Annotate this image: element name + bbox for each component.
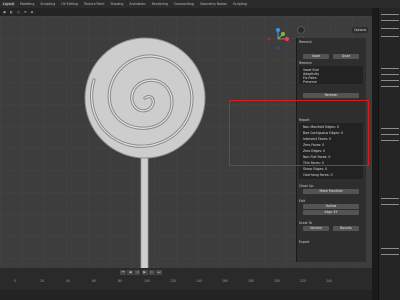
select-icon[interactable]: ◫ [17,10,20,14]
frame-tick: 60 [92,279,97,283]
voxel-mode-button[interactable]: Voxel [303,54,329,59]
next-keyframe-icon[interactable]: ▷ [148,270,155,275]
remesh-panel-title[interactable]: Remesh [299,40,312,44]
align-xy-button[interactable]: Align XY [303,210,359,215]
frame-tick: 240 [326,279,333,283]
frame-tick: 140 [196,279,203,283]
property-row[interactable] [381,80,399,82]
tab-texture-paint[interactable]: Texture Paint [83,2,106,6]
tab-rendering[interactable]: Rendering [151,2,169,6]
preserve-toggle[interactable]: Preserve [303,80,317,84]
gizmo-z-axis-handle [275,27,281,33]
view-icon[interactable]: ◧ [10,10,13,14]
outliner-row[interactable] [381,14,399,16]
voxel-settings-box: Voxel Size Adaptivity Fix Poles Preserve [299,66,363,84]
gizmo-y-axis-handle [280,31,286,37]
property-row[interactable] [381,86,399,88]
tab-compositing[interactable]: Compositing [173,2,195,6]
report-item[interactable]: Sharp Edges: 0 [303,167,327,171]
property-row[interactable] [381,68,399,70]
property-row[interactable] [381,204,399,206]
edit-section-title[interactable]: Edit [299,199,305,203]
object-icon[interactable]: ◆ [31,10,33,14]
gizmo-neg-z-handle [276,46,280,50]
jump-start-icon[interactable]: ⏮ [120,270,126,275]
outliner-row[interactable] [381,20,399,22]
property-row[interactable] [381,254,399,256]
property-row[interactable] [381,248,399,250]
outliner-row[interactable] [381,28,399,30]
status-bar [0,290,400,300]
lollipop-stick [140,150,149,274]
tab-animation[interactable]: Animation [128,2,146,6]
property-row[interactable] [381,134,399,136]
editor-type-icon[interactable]: ▣ [3,10,6,14]
clean-up-section-title[interactable]: Clean Up [299,184,313,188]
jump-end-icon[interactable]: ⏭ [155,270,162,275]
tab-shading[interactable]: Shading [109,2,124,6]
report-highlight-box [229,100,369,166]
play-reverse-icon[interactable]: ◁ [134,270,141,275]
frame-tick: 40 [66,279,71,283]
play-icon[interactable]: ▶ [141,270,148,275]
frame-tick: 0 [14,279,17,283]
outliner-row[interactable] [381,36,399,38]
scale-volume-button[interactable]: Volume [303,226,329,231]
frame-tick: 180 [248,279,255,283]
options-dropdown[interactable]: Options [352,27,369,33]
frame-tick: 120 [170,279,177,283]
frame-tick: 220 [300,279,307,283]
make-manifold-button[interactable]: Make Manifold [303,189,359,194]
frame-tick: 20 [40,279,45,283]
tab-layout[interactable]: Layout [2,2,15,6]
zoom-icon[interactable] [297,26,305,34]
tab-sculpting[interactable]: Sculpting [39,2,56,6]
timeline: ⏮ ◀ ◁ ▶ ▷ ⏭ 0 20 40 60 80 100 120 140 16… [0,268,372,290]
scale-bounds-button[interactable]: Bounds [333,226,359,231]
hollow-button[interactable]: Hollow [303,204,359,209]
gizmo-neg-x-handle [267,37,271,41]
frame-tick: 200 [274,279,281,283]
tab-modeling[interactable]: Modeling [19,2,36,6]
quad-mode-button[interactable]: Quad [333,54,359,59]
prev-keyframe-icon[interactable]: ◀ [127,270,134,275]
tab-scripting[interactable]: Scripting [232,2,248,6]
frame-tick: 160 [222,279,229,283]
property-row[interactable] [381,128,399,130]
tab-uv-editing[interactable]: UV Editing [60,2,79,6]
navigation-gizmo[interactable] [266,27,290,51]
frame-tick: 80 [118,279,123,283]
property-row[interactable] [381,198,399,200]
export-section-title[interactable]: Export [299,240,309,244]
scale-to-section-title: Scale To [299,221,312,225]
property-row[interactable] [381,74,399,76]
add-icon[interactable]: ⊕ [24,10,27,14]
remesh-section-title: Remesh [299,61,312,65]
report-item[interactable]: Overhang Faces: 0 [303,173,333,177]
outliner-properties-region[interactable] [378,8,400,300]
frame-ruler[interactable]: 0 20 40 60 80 100 120 140 160 180 200 22… [0,279,372,285]
playback-controls: ⏮ ◀ ◁ ▶ ▷ ⏭ [120,270,162,275]
property-row[interactable] [381,140,399,142]
viewport-header: ▣ ◧ ◫ ⊕ ◆ [0,8,372,16]
tab-geometry-nodes[interactable]: Geometry Nodes [199,2,228,6]
workspace-tabs-bar: Layout Modeling Sculpting UV Editing Tex… [0,0,400,8]
gizmo-x-axis-handle [284,36,290,42]
frame-tick: 100 [144,279,151,283]
remesh-apply-button[interactable]: Remesh [303,93,359,98]
